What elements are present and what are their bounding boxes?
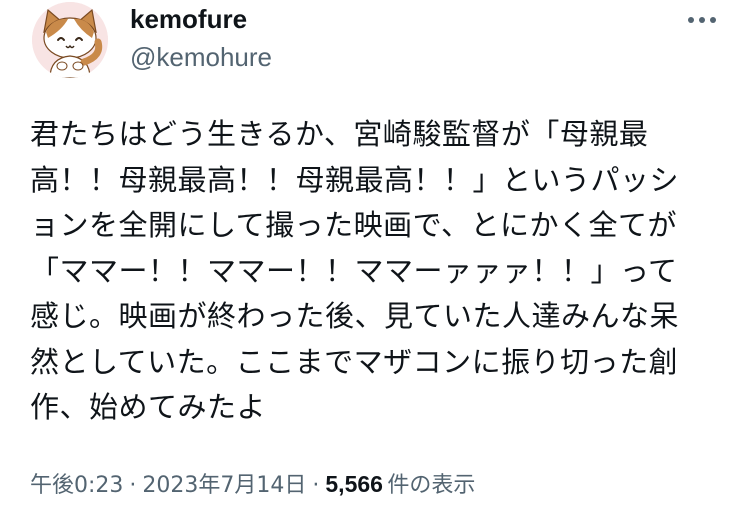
- tweet-text-line: ョンを全開にして撮った映画で、とにかく全てが: [30, 208, 677, 242]
- cat-avatar-icon: [32, 2, 108, 78]
- views-count[interactable]: 5,566: [325, 471, 383, 497]
- tweet-meta: 午後0:23 · 2023年7月14日 · 5,566 件の表示: [30, 469, 475, 501]
- tweet-date[interactable]: 2023年7月14日: [142, 473, 306, 498]
- more-options-button[interactable]: [682, 10, 722, 30]
- tweet-time[interactable]: 午後0:23: [30, 473, 123, 498]
- tweet: kemofure @kemohure 君たちはどう生きるか、宮崎駿監督が「母親最…: [0, 0, 750, 511]
- meta-separator: ·: [312, 473, 320, 498]
- user-handle[interactable]: @kemohure: [130, 42, 272, 72]
- display-name[interactable]: kemofure: [130, 4, 247, 34]
- tweet-text-line: 然としていた。ここまでマザコンに振り切った創: [30, 344, 679, 379]
- tweet-text: 君たちはどう生きるか、宮崎駿監督が「母親最 高！！母親最高！！母親最高！！」とい…: [30, 112, 720, 431]
- views-label: 件の表示: [387, 473, 476, 498]
- tweet-text-line: 感じ。映画が終わった後、見ていた人達みんな呆: [30, 299, 680, 333]
- tweet-text-line: 高！！母親最高！！母親最高！！」というパッシ: [30, 162, 680, 197]
- tweet-text-line: 「ママー！！ママー！！ママーァァァ！！」って: [30, 253, 678, 288]
- meta-separator: ·: [129, 473, 137, 498]
- tweet-text-line: 君たちはどう生きるか、宮崎駿監督が「母親最: [30, 117, 649, 151]
- avatar[interactable]: [32, 2, 108, 78]
- more-dots-icon: [688, 17, 716, 23]
- tweet-text-line: 作、始めてみたよ: [30, 390, 267, 424]
